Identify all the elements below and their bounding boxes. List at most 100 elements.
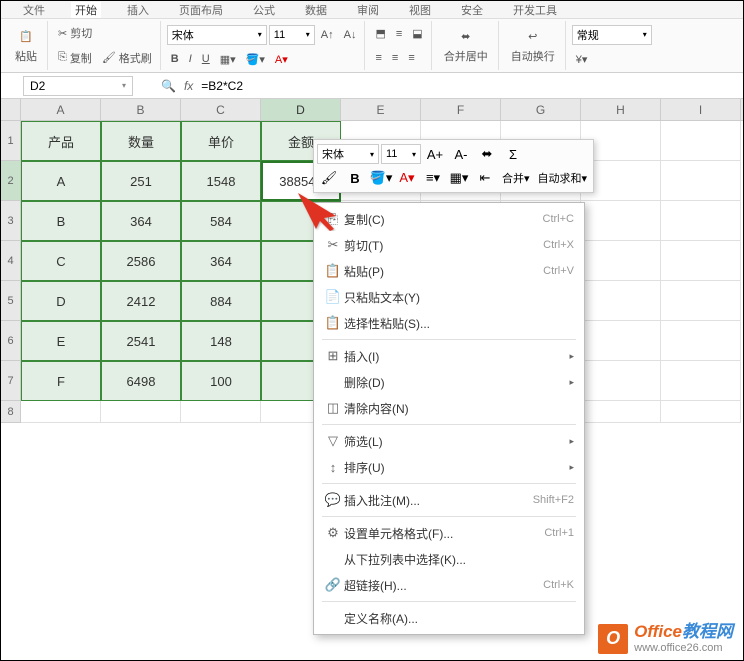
- col-header-C[interactable]: C: [181, 99, 261, 120]
- cell-I1[interactable]: [661, 121, 741, 161]
- name-box-dropdown-icon[interactable]: ▾: [122, 81, 126, 90]
- mini-align-button[interactable]: ≡▾: [421, 167, 445, 189]
- align-left-button[interactable]: ≡: [371, 51, 385, 65]
- cell-I3[interactable]: [661, 201, 741, 241]
- search-icon[interactable]: 🔍: [161, 79, 176, 93]
- cell-H5[interactable]: [581, 281, 661, 321]
- col-header-H[interactable]: H: [581, 99, 661, 120]
- mini-autosum-icon-button[interactable]: Σ: [501, 143, 525, 165]
- cell-B5[interactable]: 2412: [101, 281, 181, 321]
- cell-I5[interactable]: [661, 281, 741, 321]
- ribbon-tab-layout[interactable]: 页面布局: [175, 2, 227, 18]
- menu-hyperlink[interactable]: 🔗超链接(H)...Ctrl+K: [314, 572, 584, 598]
- cell-I2[interactable]: [661, 161, 741, 201]
- paste-button[interactable]: 📋 粘贴: [9, 26, 43, 66]
- cell-B4[interactable]: 2586: [101, 241, 181, 281]
- number-format-dropdown[interactable]: 常规▾: [572, 25, 652, 45]
- ribbon-tab-security[interactable]: 安全: [457, 2, 487, 18]
- cell-H4[interactable]: [581, 241, 661, 281]
- col-header-G[interactable]: G: [501, 99, 581, 120]
- mini-font-color-button[interactable]: A▾: [395, 167, 419, 189]
- copy-button[interactable]: ⎘复制: [54, 49, 96, 67]
- cut-button[interactable]: ✂剪切: [54, 24, 156, 42]
- wrap-text-button[interactable]: ↩ 自动换行: [505, 26, 561, 66]
- menu-filter[interactable]: ▽筛选(L)▸: [314, 428, 584, 454]
- row-header-2[interactable]: 2: [1, 161, 21, 201]
- mini-indent-button[interactable]: ⇤: [473, 167, 497, 189]
- ribbon-tab-formula[interactable]: 公式: [249, 2, 279, 18]
- name-box[interactable]: D2 ▾: [23, 76, 133, 96]
- menu-comment[interactable]: 💬插入批注(M)...Shift+F2: [314, 487, 584, 513]
- menu-clear[interactable]: ◫清除内容(N): [314, 395, 584, 421]
- currency-button[interactable]: ¥▾: [572, 52, 592, 67]
- cell-C7[interactable]: 100: [181, 361, 261, 401]
- cell[interactable]: [21, 401, 101, 423]
- row-header-8[interactable]: 8: [1, 401, 21, 423]
- ribbon-tab-dev[interactable]: 开发工具: [509, 2, 561, 18]
- align-center-button[interactable]: ≡: [388, 51, 402, 65]
- cell-C6[interactable]: 148: [181, 321, 261, 361]
- underline-button[interactable]: U: [198, 52, 214, 66]
- cell-B3[interactable]: 364: [101, 201, 181, 241]
- mini-font-grow-button[interactable]: A+: [423, 143, 447, 165]
- cell-C1[interactable]: 单价: [181, 121, 261, 161]
- cell-A6[interactable]: E: [21, 321, 101, 361]
- mini-font-size-dropdown[interactable]: 11▾: [381, 144, 421, 164]
- font-shrink-button[interactable]: A↓: [340, 28, 361, 42]
- mini-bold-button[interactable]: B: [343, 167, 367, 189]
- ribbon-tab-data[interactable]: 数据: [301, 2, 331, 18]
- cell-A3[interactable]: B: [21, 201, 101, 241]
- col-header-I[interactable]: I: [661, 99, 741, 120]
- cell-A7[interactable]: F: [21, 361, 101, 401]
- cell[interactable]: [181, 401, 261, 423]
- menu-delete[interactable]: 删除(D)▸: [314, 369, 584, 395]
- menu-paste-text[interactable]: 📄只粘贴文本(Y): [314, 284, 584, 310]
- font-grow-button[interactable]: A↑: [317, 28, 338, 42]
- cell-H3[interactable]: [581, 201, 661, 241]
- row-header-1[interactable]: 1: [1, 121, 21, 161]
- menu-format-cells[interactable]: ⚙设置单元格格式(F)...Ctrl+1: [314, 520, 584, 546]
- ribbon-tab-insert[interactable]: 插入: [123, 2, 153, 18]
- fx-label[interactable]: fx: [184, 79, 193, 93]
- cell-C3[interactable]: 584: [181, 201, 261, 241]
- mini-font-family-dropdown[interactable]: 宋体▾: [317, 144, 379, 164]
- cell-A1[interactable]: 产品: [21, 121, 101, 161]
- cell-B1[interactable]: 数量: [101, 121, 181, 161]
- menu-insert[interactable]: ⊞插入(I)▸: [314, 343, 584, 369]
- align-top-button[interactable]: ⬒: [371, 26, 389, 41]
- italic-button[interactable]: I: [185, 52, 196, 66]
- col-header-A[interactable]: A: [21, 99, 101, 120]
- menu-pick-from-list[interactable]: 从下拉列表中选择(K)...: [314, 546, 584, 572]
- font-family-dropdown[interactable]: 宋体▾: [167, 25, 267, 45]
- format-painter-button[interactable]: 🖌格式刷: [98, 49, 156, 67]
- formula-input[interactable]: [201, 79, 356, 93]
- cell-B2[interactable]: 251: [101, 161, 181, 201]
- fill-color-button[interactable]: 🪣▾: [242, 52, 269, 67]
- col-header-F[interactable]: F: [421, 99, 501, 120]
- cell[interactable]: [661, 401, 741, 423]
- cell-H7[interactable]: [581, 361, 661, 401]
- col-header-D[interactable]: D: [261, 99, 341, 120]
- mini-font-shrink-button[interactable]: A-: [449, 143, 473, 165]
- cell-I7[interactable]: [661, 361, 741, 401]
- border-button[interactable]: ▦▾: [216, 52, 240, 67]
- cell-A2[interactable]: A: [21, 161, 101, 201]
- row-header-7[interactable]: 7: [1, 361, 21, 401]
- align-bottom-button[interactable]: ⬓: [408, 26, 426, 41]
- cell-A5[interactable]: D: [21, 281, 101, 321]
- ribbon-tab-view[interactable]: 视图: [405, 2, 435, 18]
- align-middle-button[interactable]: ≡: [392, 27, 406, 41]
- menu-sort[interactable]: ↕排序(U)▸: [314, 454, 584, 480]
- bold-button[interactable]: B: [167, 52, 183, 66]
- menu-define-name[interactable]: 定义名称(A)...: [314, 605, 584, 631]
- cell-I6[interactable]: [661, 321, 741, 361]
- ribbon-tab-review[interactable]: 审阅: [353, 2, 383, 18]
- row-header-6[interactable]: 6: [1, 321, 21, 361]
- cell-B6[interactable]: 2541: [101, 321, 181, 361]
- col-header-E[interactable]: E: [341, 99, 421, 120]
- cell-B7[interactable]: 6498: [101, 361, 181, 401]
- menu-cut[interactable]: ✂剪切(T)Ctrl+X: [314, 232, 584, 258]
- merge-center-button[interactable]: ⬌ 合并居中: [438, 26, 494, 66]
- font-size-dropdown[interactable]: 11▾: [269, 25, 315, 45]
- cell-C5[interactable]: 884: [181, 281, 261, 321]
